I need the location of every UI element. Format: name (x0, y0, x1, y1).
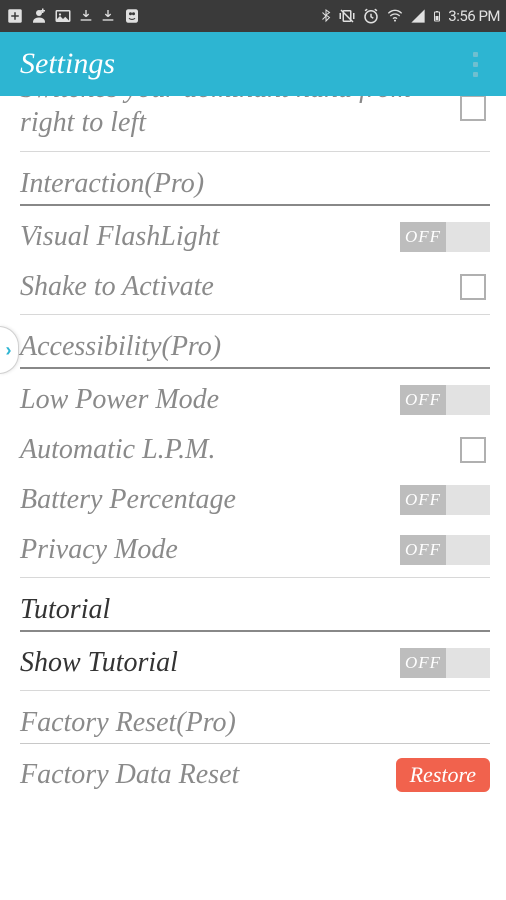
toggle-thumb: OFF (400, 385, 446, 415)
app-icon (122, 7, 142, 25)
vibrate-icon (337, 7, 357, 25)
plus-box-icon (6, 7, 24, 25)
android-status-bar: 3:56 PM (0, 0, 506, 32)
privacy-mode-toggle[interactable]: OFF (400, 535, 490, 565)
section-accessibility-header: Accessibility(Pro) (20, 325, 490, 367)
low-power-toggle[interactable]: OFF (400, 385, 490, 415)
privacy-mode-label: Privacy Mode (20, 535, 400, 566)
toggle-thumb: OFF (400, 535, 446, 565)
section-tutorial-header: Tutorial (20, 588, 490, 630)
low-power-row[interactable]: Low Power Mode OFF (20, 375, 490, 425)
divider (20, 151, 490, 152)
battery-icon (431, 7, 443, 25)
divider (20, 314, 490, 315)
shake-activate-row[interactable]: Shake to Activate (20, 262, 490, 312)
picture-icon (54, 7, 72, 25)
section-factory-header: Factory Reset(Pro) (20, 701, 490, 743)
add-contact-icon (30, 7, 48, 25)
factory-reset-label: Factory Data Reset (20, 760, 396, 791)
section-interaction-header: Interaction(Pro) (20, 162, 490, 204)
shake-activate-label: Shake to Activate (20, 272, 460, 303)
auto-lpm-checkbox[interactable] (460, 437, 486, 463)
alarm-icon (362, 7, 380, 25)
battery-percent-label: Battery Percentage (20, 485, 400, 516)
section-underline (20, 630, 490, 632)
auto-lpm-row[interactable]: Automatic L.P.M. (20, 425, 490, 475)
show-tutorial-row[interactable]: Show Tutorial OFF (20, 638, 490, 688)
status-time: 3:56 PM (448, 7, 500, 25)
signal-icon (410, 8, 426, 24)
battery-percent-toggle[interactable]: OFF (400, 485, 490, 515)
bluetooth-icon (320, 7, 332, 25)
hand-switch-row[interactable]: Switches your dominant hand from right t… (20, 96, 490, 149)
divider (20, 577, 490, 578)
show-tutorial-label: Show Tutorial (20, 648, 400, 679)
app-bar: Settings (0, 32, 506, 96)
battery-percent-row[interactable]: Battery Percentage OFF (20, 475, 490, 525)
download-icon (78, 7, 94, 25)
chevron-right-icon: › (6, 340, 12, 361)
toggle-thumb: OFF (400, 222, 446, 252)
visual-flashlight-label: Visual FlashLight (20, 222, 400, 253)
shake-activate-checkbox[interactable] (460, 274, 486, 300)
toggle-thumb: OFF (400, 648, 446, 678)
wifi-icon (385, 8, 405, 24)
settings-content: › Switches your dominant hand from right… (0, 96, 506, 900)
privacy-mode-row[interactable]: Privacy Mode OFF (20, 525, 490, 575)
download-icon-2 (100, 7, 116, 25)
section-underline (20, 367, 490, 369)
toggle-thumb: OFF (400, 485, 446, 515)
hand-switch-checkbox[interactable] (460, 96, 486, 121)
divider (20, 690, 490, 691)
visual-flashlight-row[interactable]: Visual FlashLight OFF (20, 212, 490, 262)
overflow-menu-button[interactable] (465, 44, 486, 85)
restore-button[interactable]: Restore (396, 758, 490, 792)
section-underline (20, 204, 490, 206)
factory-reset-row[interactable]: Factory Data Reset Restore (20, 750, 490, 800)
visual-flashlight-toggle[interactable]: OFF (400, 222, 490, 252)
page-title: Settings (20, 47, 115, 81)
auto-lpm-label: Automatic L.P.M. (20, 435, 460, 466)
section-underline (20, 743, 490, 744)
low-power-label: Low Power Mode (20, 385, 400, 416)
hand-switch-label: Switches your dominant hand from right t… (20, 96, 460, 145)
show-tutorial-toggle[interactable]: OFF (400, 648, 490, 678)
